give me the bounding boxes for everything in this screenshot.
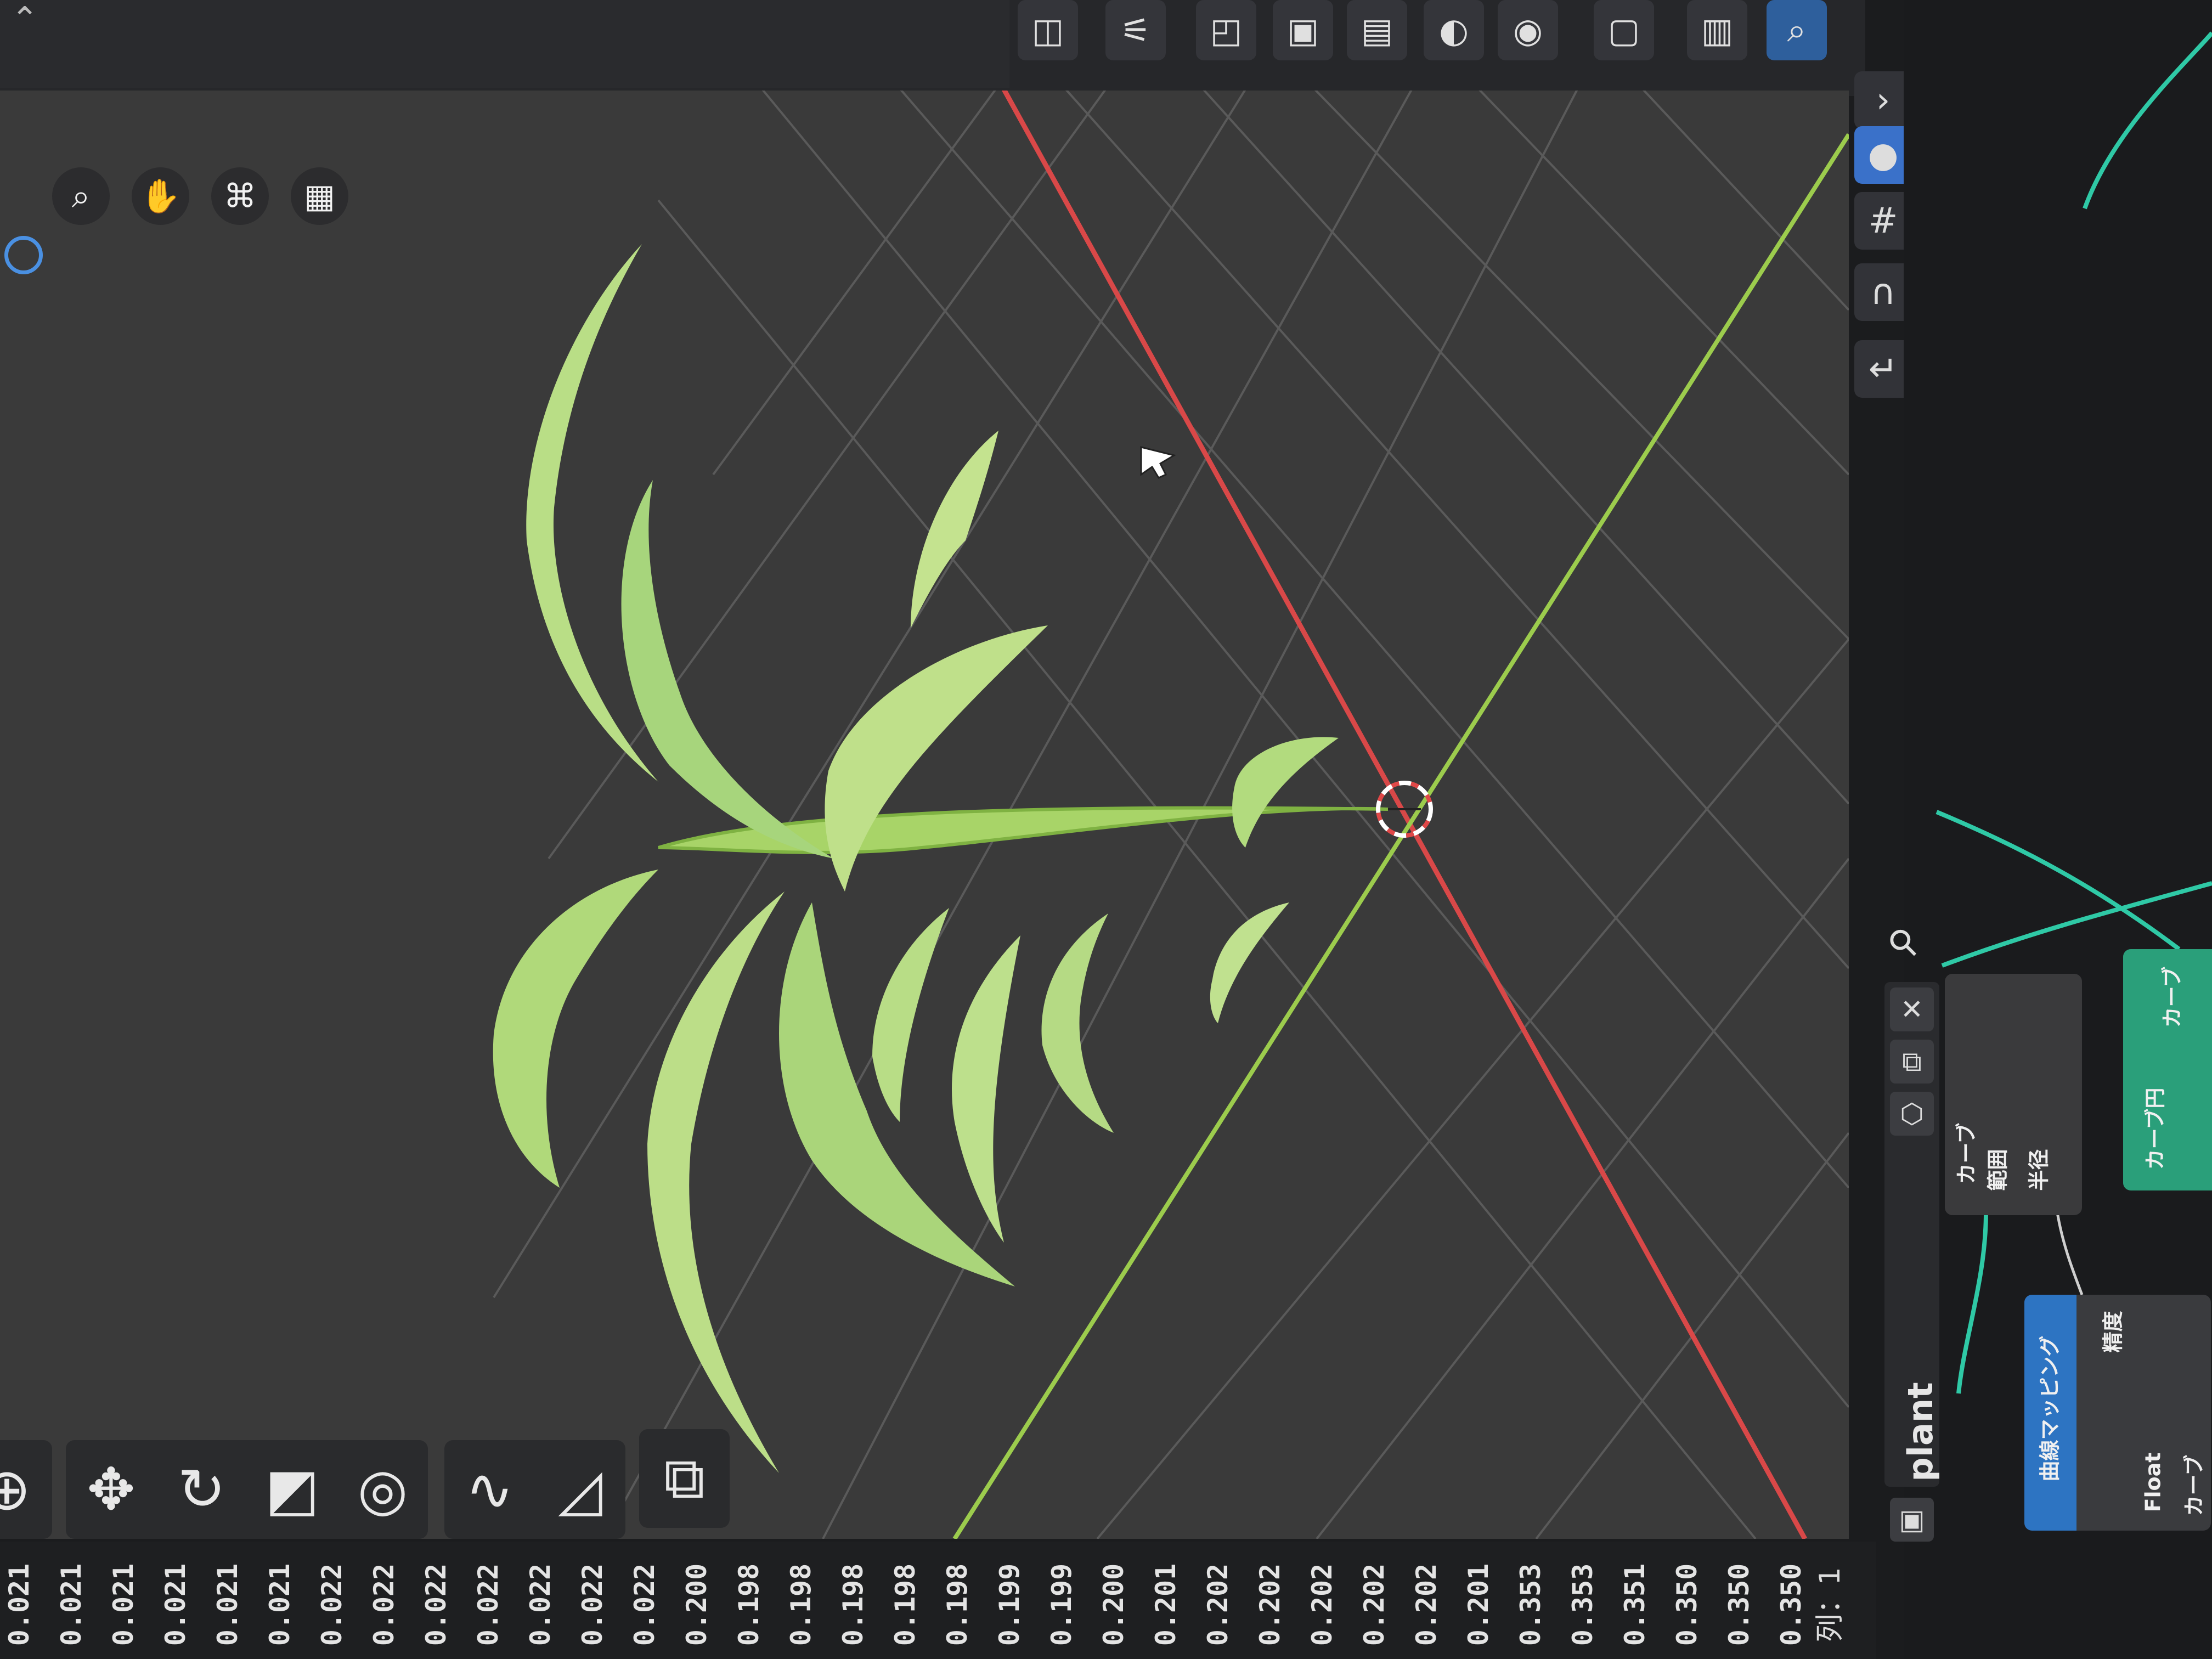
ruler-status: 列：1 bbox=[1813, 1567, 1847, 1643]
compositor-icon[interactable]: ▢ bbox=[1594, 0, 1654, 60]
toolbar-add-group: ⧉ bbox=[639, 1429, 730, 1528]
camera-icon[interactable]: ⌘ bbox=[211, 167, 269, 225]
chevron-up-icon[interactable]: ⌃ bbox=[11, 0, 38, 38]
group-node[interactable]: カーブ 範囲 半径 bbox=[1945, 974, 2082, 1215]
curve-mapping-node-header[interactable]: 曲線マッピング bbox=[2024, 1295, 2076, 1531]
zoom-icon[interactable]: ⌕ bbox=[52, 167, 110, 225]
object-name-label: plant bbox=[1900, 1382, 1940, 1482]
gallery-icon[interactable]: ▤ bbox=[1347, 0, 1407, 60]
group-node-output-3: 半径 bbox=[2027, 1149, 2051, 1191]
rotate-tool-icon[interactable]: ↻ bbox=[156, 1440, 247, 1539]
search-icon[interactable]: ⌕ bbox=[1767, 0, 1827, 60]
sliders-icon[interactable]: ⚟ bbox=[1105, 0, 1166, 60]
active-indicator-icon[interactable] bbox=[4, 236, 43, 274]
grid-icon[interactable]: ▦ bbox=[291, 167, 348, 225]
scale-tool-icon[interactable]: ◩ bbox=[247, 1440, 337, 1539]
move-tool-icon[interactable]: ✥ bbox=[66, 1440, 156, 1539]
3d-viewport[interactable]: ⌕ ✋ ⌘ ▦ ⊕ ✥ ↻ ◩ ◎ ∿ ◿ ⧉ bbox=[0, 91, 1849, 1539]
curve-node-title: カーブ bbox=[2160, 966, 2185, 1028]
cursor-tool-icon[interactable]: ⊕ bbox=[0, 1440, 52, 1539]
layers-icon[interactable]: ◰ bbox=[1196, 0, 1256, 60]
draw-curve-tool-icon[interactable]: ∿ bbox=[444, 1440, 535, 1539]
toolbar-draw-group: ∿ ◿ bbox=[444, 1440, 625, 1539]
viewport-canvas bbox=[493, 91, 1849, 1539]
render-icon[interactable]: ◐ bbox=[1424, 0, 1484, 60]
transform-tool-icon[interactable]: ◎ bbox=[337, 1440, 428, 1539]
toolbar-transform-group: ✥ ↻ ◩ ◎ bbox=[66, 1440, 428, 1539]
texture-field-3: カーブ bbox=[2182, 1454, 2207, 1516]
curve-node-subtitle: カーブ円 bbox=[2143, 1087, 2168, 1170]
header-bar: ⌃ ◫ ⚟ ◰ ▣ ▤ ◐ ◉ ▢ ▥ ⌕ bbox=[0, 0, 1865, 96]
duplicate-icon[interactable]: ⧉ bbox=[1890, 1040, 1934, 1084]
close-icon[interactable]: ✕ bbox=[1890, 988, 1934, 1031]
toggle-icon[interactable]: ◫ bbox=[1018, 0, 1078, 60]
texture-field-2: Float bbox=[2141, 1452, 2165, 1513]
node-icon[interactable]: ▥ bbox=[1687, 0, 1747, 60]
image-icon[interactable]: ▣ bbox=[1273, 0, 1333, 60]
mouse-pointer-icon bbox=[1140, 446, 1176, 479]
toolbar-cursor-group: ⊕ bbox=[0, 1440, 52, 1539]
group-node-output-2: 範囲 bbox=[1985, 1149, 2010, 1191]
plant-mesh[interactable] bbox=[493, 244, 1389, 1473]
add-cube-tool-icon[interactable]: ⧉ bbox=[639, 1429, 730, 1528]
curve-mapping-node-title: 曲線マッピング bbox=[2038, 1335, 2062, 1482]
header-left-area bbox=[0, 0, 1009, 88]
shield-icon[interactable]: ⬡ bbox=[1890, 1092, 1934, 1136]
curve-node[interactable]: カーブ カーブ円 bbox=[2123, 949, 2212, 1190]
hand-icon[interactable]: ✋ bbox=[132, 167, 189, 225]
group-node-output-1: カーブ bbox=[1954, 1122, 1979, 1184]
object-data-icon[interactable]: ▣ bbox=[1890, 1498, 1934, 1542]
measure-tool-icon[interactable]: ◿ bbox=[535, 1440, 625, 1539]
texture-field-1: 精度 bbox=[2101, 1311, 2125, 1353]
overlay-icon[interactable]: ◉ bbox=[1498, 0, 1558, 60]
